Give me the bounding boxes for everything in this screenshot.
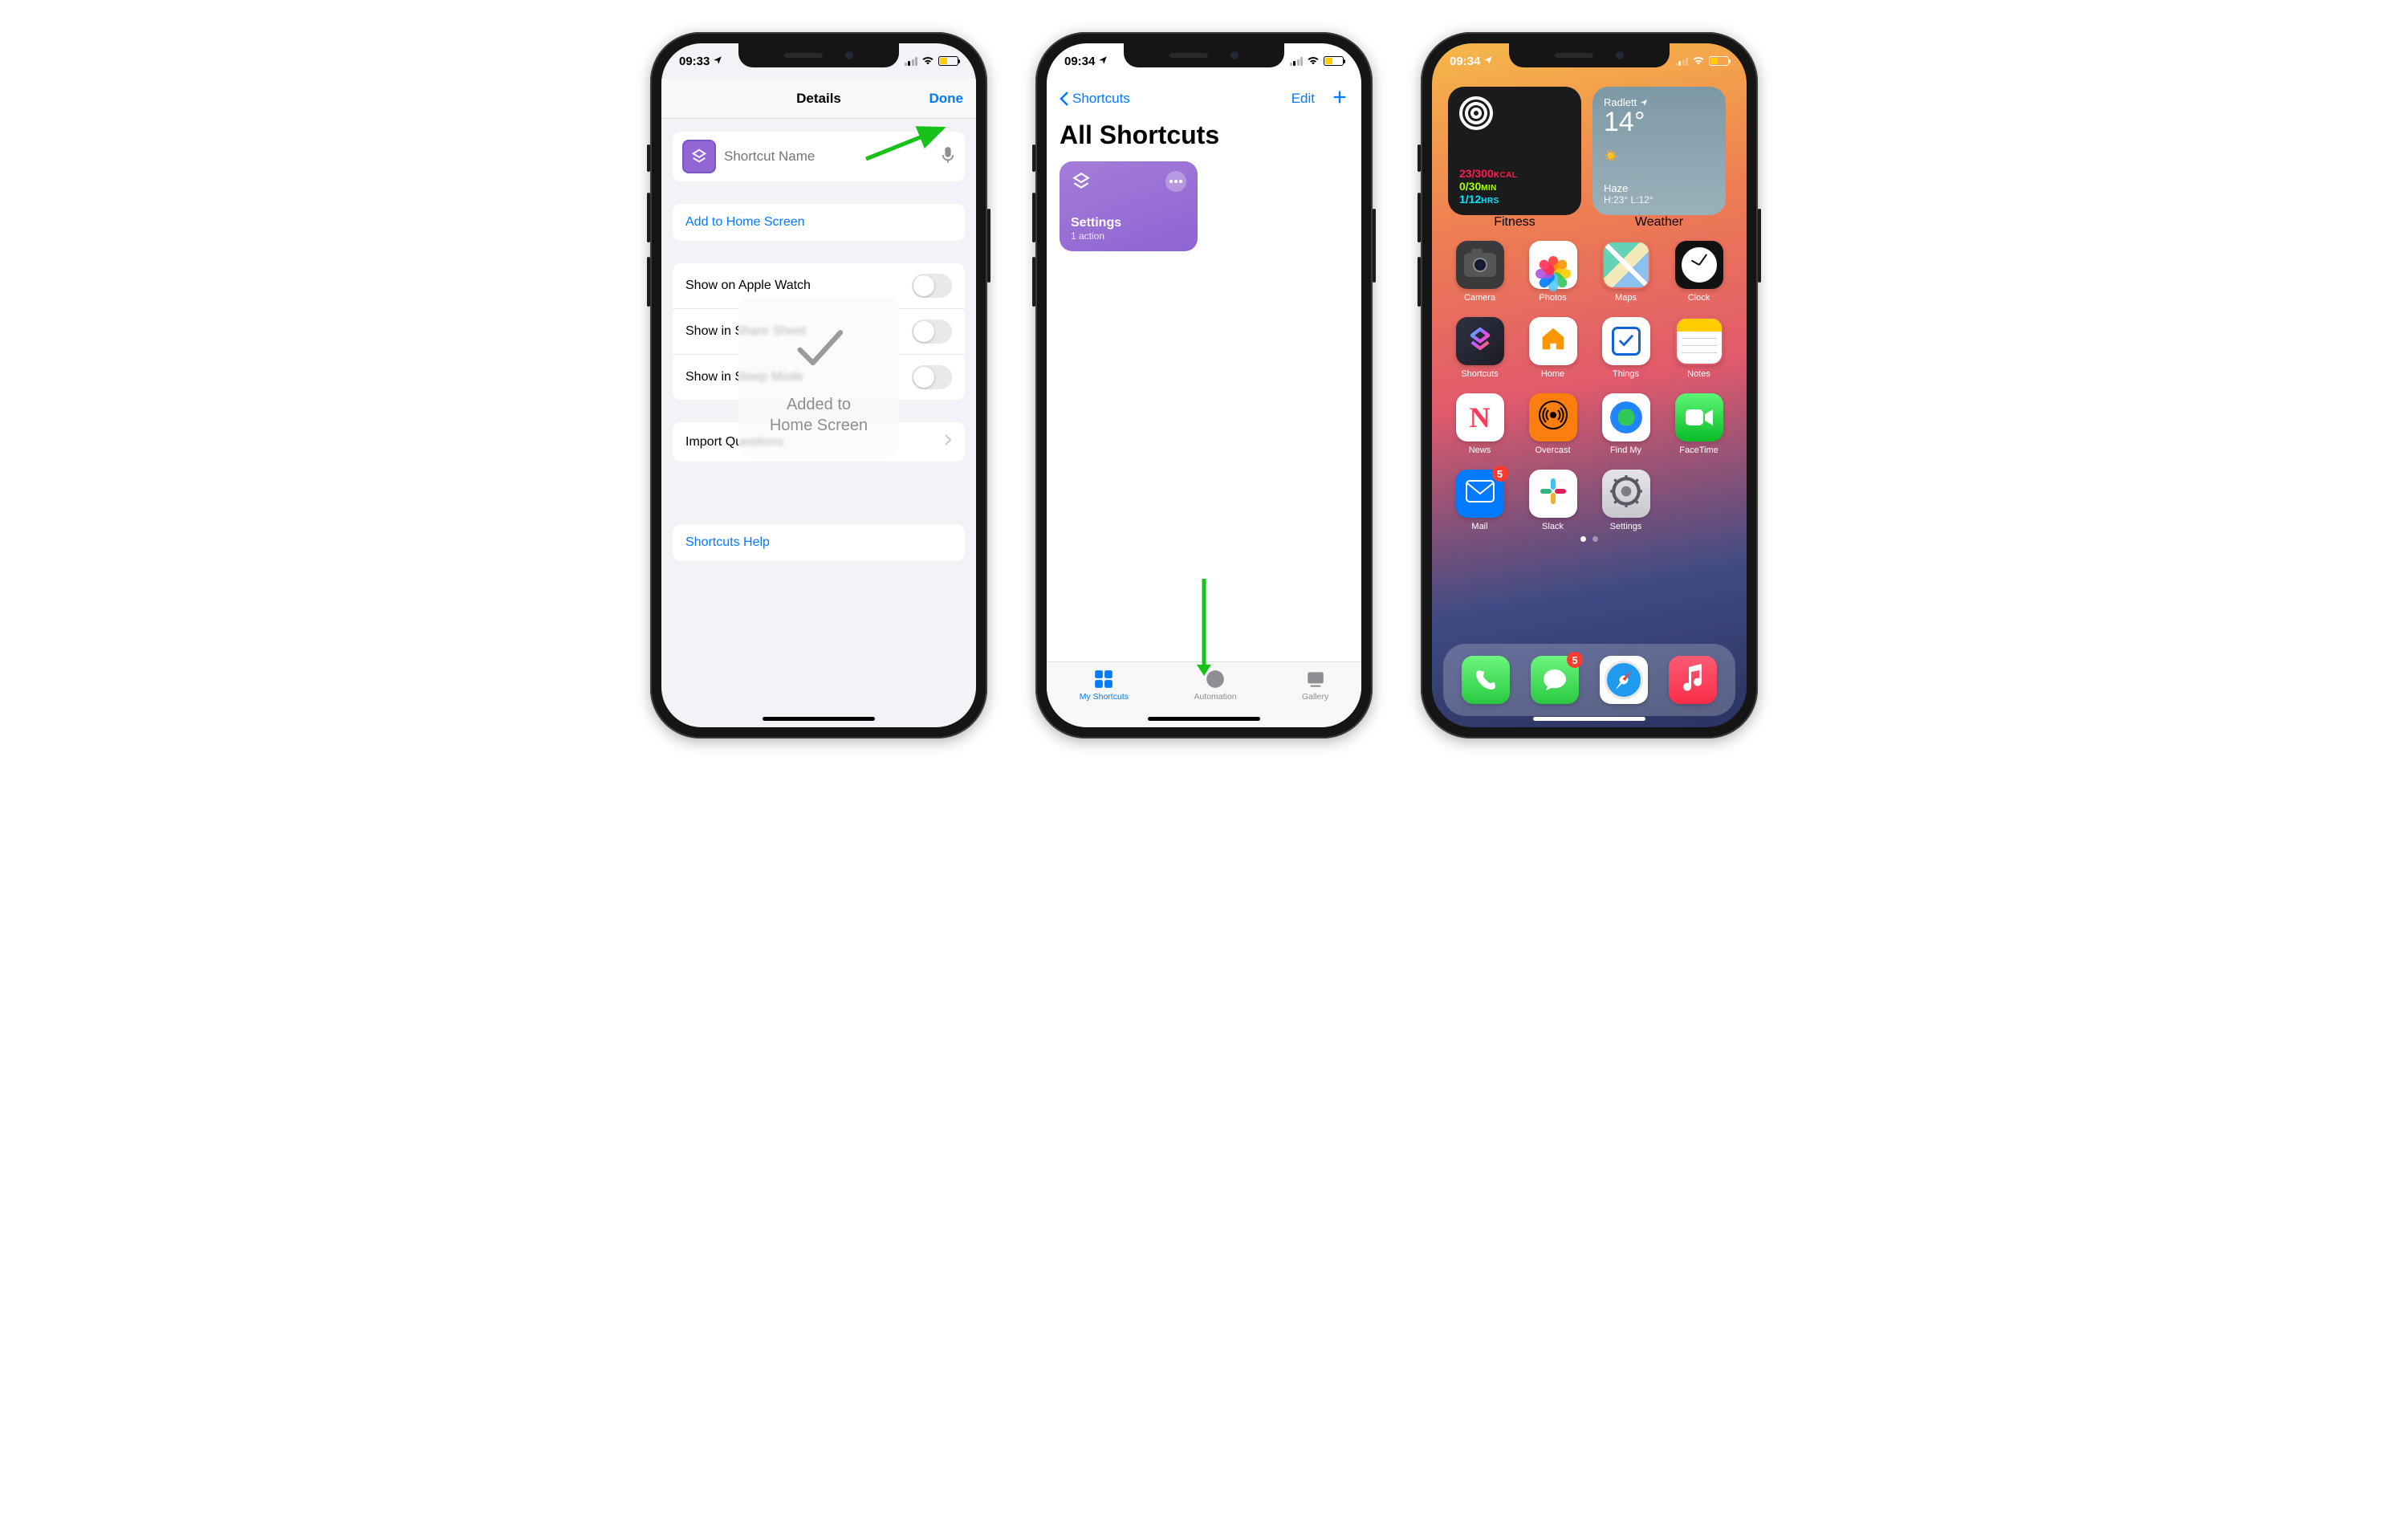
weather-widget[interactable]: Radlett 14° ☀️ Haze H:23° L:12°: [1592, 87, 1726, 215]
app-slack[interactable]: Slack: [1521, 470, 1584, 531]
layers-icon: [1071, 171, 1092, 196]
app-overcast[interactable]: Overcast: [1521, 393, 1584, 455]
battery-icon: [1324, 56, 1344, 66]
phone-2: 09:34 Shortcuts Edit: [1035, 32, 1373, 738]
phone-3: 09:34 23/300KCAL 0/30MIN 1/12HRS: [1421, 32, 1758, 738]
things-icon: [1612, 327, 1641, 356]
toggle-apple-watch-switch[interactable]: [912, 274, 952, 298]
app-clock[interactable]: Clock: [1667, 241, 1731, 303]
photos-icon: [1539, 250, 1568, 279]
annotation-arrow-done: [862, 124, 958, 164]
haze-icon: ☀️: [1604, 149, 1714, 163]
safari-icon: [1605, 661, 1643, 699]
toggle-share-sheet-switch[interactable]: [912, 319, 952, 344]
added-toast: Added to Home Screen: [738, 297, 899, 458]
done-button[interactable]: Done: [929, 91, 964, 107]
widget-label-weather: Weather: [1635, 215, 1683, 230]
wifi-icon: [1692, 55, 1705, 68]
clock-icon: [1680, 246, 1719, 284]
app-facetime[interactable]: FaceTime: [1667, 393, 1731, 455]
location-icon: [1483, 55, 1493, 68]
page-title: All Shortcuts: [1060, 120, 1348, 150]
shortcut-icon[interactable]: [682, 140, 716, 173]
location-icon: [1098, 55, 1108, 68]
annotation-arrow-down: [1192, 575, 1216, 679]
screen-home: 09:34 23/300KCAL 0/30MIN 1/12HRS: [1432, 43, 1747, 727]
location-icon: [713, 55, 722, 68]
badge-messages: 5: [1567, 652, 1583, 668]
app-mail[interactable]: 5 Mail: [1448, 470, 1511, 531]
shortcuts-help-button[interactable]: Shortcuts Help: [673, 524, 965, 561]
widget-label-fitness: Fitness: [1494, 215, 1536, 230]
findmy-icon: [1610, 401, 1642, 433]
nav-title: Details: [796, 91, 841, 107]
grid-icon: [1093, 669, 1114, 690]
app-news[interactable]: N News: [1448, 393, 1511, 455]
chevron-right-icon: [944, 433, 952, 450]
app-safari[interactable]: [1600, 656, 1648, 704]
app-settings[interactable]: Settings: [1594, 470, 1658, 531]
home-indicator[interactable]: [1533, 717, 1645, 721]
tab-my-shortcuts[interactable]: My Shortcuts: [1080, 669, 1129, 727]
notch: [1124, 43, 1284, 67]
status-time: 09:34: [1064, 55, 1095, 68]
app-maps[interactable]: Maps: [1594, 241, 1658, 303]
battery-icon: [938, 56, 958, 66]
screen-all-shortcuts: 09:34 Shortcuts Edit: [1047, 43, 1361, 727]
facetime-icon: [1675, 393, 1723, 441]
screen-details: 09:33 Details Done: [661, 43, 976, 727]
shortcut-card-settings[interactable]: Settings 1 action: [1060, 161, 1198, 251]
app-things[interactable]: Things: [1594, 317, 1658, 379]
dock: 5: [1443, 644, 1735, 716]
shortcuts-icon: [1466, 325, 1494, 358]
home-icon: [1538, 323, 1568, 360]
checkmark-icon: [790, 319, 848, 381]
app-messages[interactable]: 5: [1531, 656, 1579, 704]
page-dots[interactable]: [1432, 536, 1747, 542]
camera-icon: [1464, 253, 1496, 277]
overcast-icon: [1537, 399, 1569, 437]
slack-icon: [1539, 477, 1568, 511]
signal-icon: [1290, 57, 1304, 66]
wifi-icon: [921, 55, 934, 68]
gear-icon: [1609, 474, 1643, 514]
wifi-icon: [1307, 55, 1320, 68]
signal-icon: [1675, 57, 1689, 66]
tab-gallery[interactable]: Gallery: [1302, 669, 1328, 727]
app-music[interactable]: [1669, 656, 1717, 704]
news-icon: N: [1470, 401, 1491, 434]
status-time: 09:34: [1450, 55, 1480, 68]
signal-icon: [905, 57, 918, 66]
app-notes[interactable]: Notes: [1667, 317, 1731, 379]
notch: [1509, 43, 1670, 67]
notch: [738, 43, 899, 67]
activity-rings-icon: [1459, 96, 1493, 130]
maps-icon: [1604, 242, 1649, 287]
mail-icon: [1466, 480, 1495, 508]
home-indicator[interactable]: [763, 717, 875, 721]
more-button[interactable]: [1165, 171, 1186, 192]
notes-icon: [1677, 319, 1722, 364]
app-home[interactable]: Home: [1521, 317, 1584, 379]
add-button[interactable]: [1331, 88, 1348, 110]
gallery-icon: [1305, 669, 1326, 690]
fitness-widget[interactable]: 23/300KCAL 0/30MIN 1/12HRS: [1448, 87, 1581, 215]
app-findmy[interactable]: Find My: [1594, 393, 1658, 455]
navbar: Details Done: [661, 79, 976, 119]
phone-1: 09:33 Details Done: [650, 32, 987, 738]
status-time: 09:33: [679, 55, 710, 68]
battery-icon: [1709, 56, 1729, 66]
back-button[interactable]: Shortcuts: [1060, 91, 1130, 107]
music-icon: [1681, 664, 1705, 697]
app-photos[interactable]: Photos: [1521, 241, 1584, 303]
app-camera[interactable]: Camera: [1448, 241, 1511, 303]
app-shortcuts[interactable]: Shortcuts: [1448, 317, 1511, 379]
add-to-home-button[interactable]: Add to Home Screen: [673, 204, 965, 241]
toggle-sleep-mode-switch[interactable]: [912, 365, 952, 389]
edit-button[interactable]: Edit: [1291, 91, 1315, 107]
home-indicator[interactable]: [1148, 717, 1260, 721]
badge-mail: 5: [1492, 466, 1508, 482]
app-phone[interactable]: [1462, 656, 1510, 704]
